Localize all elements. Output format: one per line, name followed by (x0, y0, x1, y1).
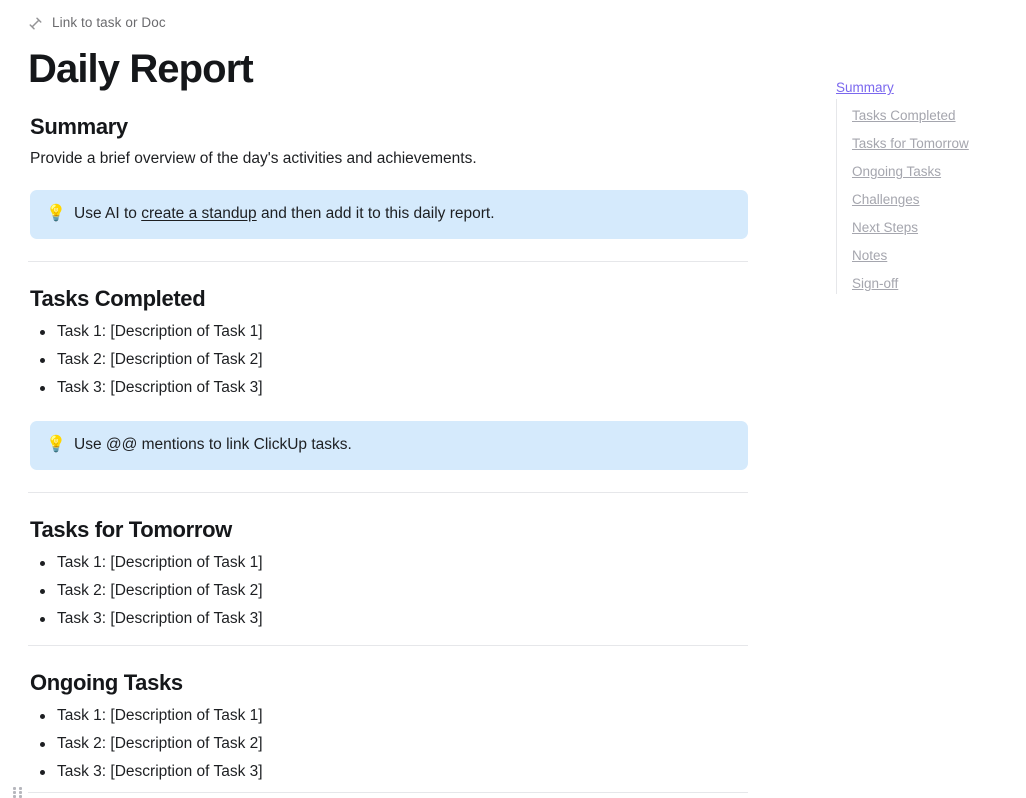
section-heading-summary[interactable]: Summary (0, 112, 800, 142)
callout-mentions[interactable]: 💡 Use @@ mentions to link ClickUp tasks. (30, 421, 748, 470)
toc-item-challenges[interactable]: Challenges (836, 186, 1011, 214)
list-item[interactable]: Task 2: [Description of Task 2] (0, 577, 800, 605)
callout-create-standup[interactable]: 💡 Use AI to create a standup and then ad… (30, 190, 748, 239)
toc-item-notes[interactable]: Notes (836, 242, 1011, 270)
drag-dot (13, 791, 16, 794)
section-heading-tasks-completed[interactable]: Tasks Completed (0, 284, 800, 314)
list-item[interactable]: Task 1: [Description of Task 1] (0, 318, 800, 346)
list-item[interactable]: Task 2: [Description of Task 2] (0, 346, 800, 374)
bottom-strip (0, 784, 1026, 798)
toc-item-summary[interactable]: Summary (836, 74, 1011, 102)
page-title[interactable]: Daily Report (28, 44, 254, 94)
toc-item-ongoing-tasks[interactable]: Ongoing Tasks (836, 158, 1011, 186)
document-body: Summary Provide a brief overview of the … (0, 112, 800, 786)
list-item[interactable]: Task 1: [Description of Task 1] (0, 702, 800, 730)
create-a-standup-link[interactable]: create a standup (141, 205, 256, 222)
list-item[interactable]: Task 3: [Description of Task 3] (0, 758, 800, 786)
document-page: Link to task or Doc Daily Report Summary… (0, 0, 1026, 798)
toc-item-next-steps[interactable]: Next Steps (836, 214, 1011, 242)
section-tasks-for-tomorrow: Tasks for Tomorrow Task 1: [Description … (0, 515, 800, 633)
link-to-task-or-doc-label: Link to task or Doc (52, 15, 166, 30)
section-heading-tasks-for-tomorrow[interactable]: Tasks for Tomorrow (0, 515, 800, 545)
drag-dot (13, 787, 16, 790)
drag-dot (19, 795, 22, 798)
drag-dot (19, 791, 22, 794)
callout-text-after: and then add it to this daily report. (256, 205, 495, 222)
section-ongoing-tasks: Ongoing Tasks Task 1: [Description of Ta… (0, 668, 800, 786)
drag-dot (13, 795, 16, 798)
callout-text: Use AI to create a standup and then add … (74, 203, 495, 225)
toc-item-tasks-completed[interactable]: Tasks Completed (836, 102, 1011, 130)
section-divider (28, 792, 748, 793)
list-item[interactable]: Task 1: [Description of Task 1] (0, 549, 800, 577)
list-item[interactable]: Task 3: [Description of Task 3] (0, 374, 800, 402)
tasks-for-tomorrow-list: Task 1: [Description of Task 1] Task 2: … (0, 545, 800, 633)
list-item[interactable]: Task 2: [Description of Task 2] (0, 730, 800, 758)
toc-item-tasks-for-tomorrow[interactable]: Tasks for Tomorrow (836, 130, 1011, 158)
tasks-completed-list: Task 1: [Description of Task 1] Task 2: … (0, 314, 800, 402)
toc-item-sign-off[interactable]: Sign-off (836, 270, 1011, 298)
list-item[interactable]: Task 3: [Description of Task 3] (0, 605, 800, 633)
link-diagonal-icon (28, 16, 43, 31)
drag-dot (19, 787, 22, 790)
ongoing-tasks-list: Task 1: [Description of Task 1] Task 2: … (0, 698, 800, 786)
table-of-contents: Summary Tasks Completed Tasks for Tomorr… (836, 74, 1011, 298)
section-tasks-completed: Tasks Completed Task 1: [Description of … (0, 284, 800, 470)
section-heading-ongoing-tasks[interactable]: Ongoing Tasks (0, 668, 800, 698)
callout-text: Use @@ mentions to link ClickUp tasks. (74, 436, 352, 453)
summary-paragraph[interactable]: Provide a brief overview of the day's ac… (0, 142, 800, 171)
callout-text-before: Use AI to (74, 205, 142, 222)
lightbulb-icon: 💡 (46, 205, 66, 222)
lightbulb-icon: 💡 (46, 436, 66, 453)
toc-rail (836, 99, 837, 294)
section-summary: Summary Provide a brief overview of the … (0, 112, 800, 239)
drag-handle-icon[interactable] (13, 787, 23, 798)
link-to-task-or-doc-button[interactable]: Link to task or Doc (28, 13, 166, 33)
